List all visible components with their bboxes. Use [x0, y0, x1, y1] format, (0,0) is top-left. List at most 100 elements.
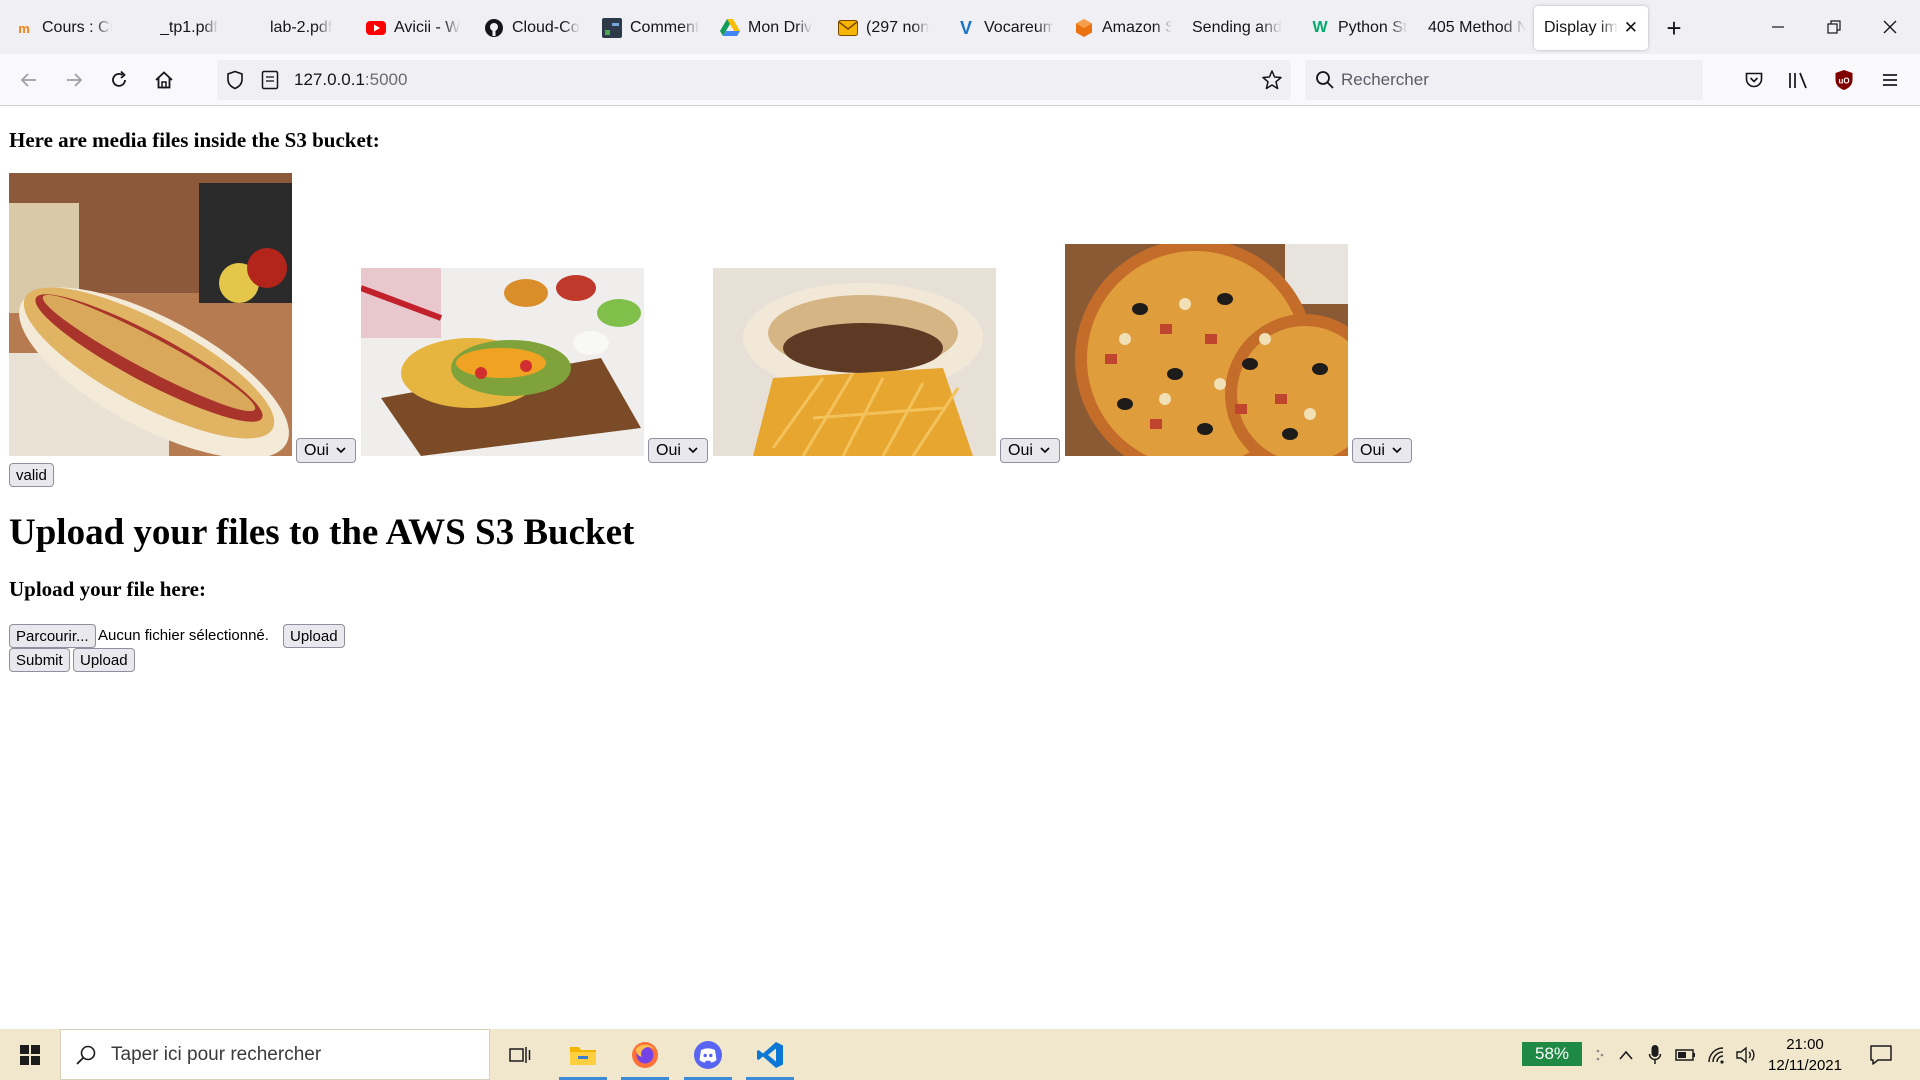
- browse-file-button[interactable]: Parcourir...: [9, 624, 96, 648]
- media-4-select[interactable]: Oui: [1352, 438, 1412, 463]
- chevron-down-icon: [1392, 447, 1402, 454]
- url-text[interactable]: 127.0.0.1:5000: [294, 70, 407, 90]
- discord-icon: [694, 1040, 722, 1069]
- tab-strip: m Cours : Cl _tp1.pdf lab-2.pdf Avicii -…: [0, 0, 1920, 54]
- pizza-image: [1065, 239, 1385, 479]
- battery-button[interactable]: [1673, 1043, 1697, 1067]
- notifications-button[interactable]: [1866, 1043, 1896, 1067]
- media-1-select[interactable]: Oui: [296, 438, 356, 463]
- page-content: Here are media files inside the S3 bucke…: [0, 107, 1920, 1029]
- pdf-icon: [132, 18, 152, 38]
- mail-icon: [838, 18, 858, 38]
- minimize-icon: [1772, 26, 1784, 28]
- battery-percentage[interactable]: 58%: [1522, 1042, 1582, 1066]
- search-bar[interactable]: [1305, 60, 1703, 100]
- show-hidden-icons-button[interactable]: [1614, 1043, 1638, 1067]
- reload-button[interactable]: [101, 62, 137, 98]
- page-info-icon[interactable]: [261, 70, 279, 95]
- restore-window-button[interactable]: [1806, 0, 1862, 54]
- discord-button[interactable]: [680, 1029, 736, 1080]
- file-explorer-button[interactable]: [555, 1029, 611, 1080]
- tab-mail[interactable]: (297 non: [828, 6, 946, 50]
- home-icon: [155, 71, 173, 89]
- chevron-down-icon: [688, 447, 698, 454]
- home-button[interactable]: [146, 62, 182, 98]
- media-3-select[interactable]: Oui: [1000, 438, 1060, 463]
- media-2-select[interactable]: Oui: [648, 438, 708, 463]
- vscode-button[interactable]: [742, 1029, 798, 1080]
- tray-small-icon[interactable]: [1588, 1043, 1612, 1067]
- close-icon: [1883, 20, 1897, 34]
- volume-button[interactable]: [1734, 1043, 1758, 1067]
- select-value: Oui: [1008, 441, 1033, 459]
- tab-label: Mon Driv: [748, 19, 813, 36]
- taskbar-clock[interactable]: 21:00 12/11/2021: [1760, 1034, 1850, 1076]
- tab-label: Python St: [1338, 19, 1408, 36]
- select-value: Oui: [656, 441, 681, 459]
- pocket-icon: [1745, 72, 1763, 88]
- task-view-icon: [509, 1046, 531, 1063]
- chevron-up-icon: [1619, 1050, 1633, 1060]
- taskbar-search[interactable]: [60, 1029, 490, 1080]
- start-button[interactable]: [0, 1029, 60, 1080]
- tab-label: Cours : Cl: [42, 19, 112, 36]
- tab-display-images[interactable]: Display im ✕: [1534, 6, 1648, 50]
- bookmark-star-icon[interactable]: [1261, 69, 1283, 96]
- pocket-button[interactable]: [1736, 62, 1772, 98]
- url-port: :5000: [364, 70, 408, 89]
- vocareum-icon: V: [959, 17, 972, 38]
- library-icon: [1789, 72, 1807, 89]
- tab-tp1-pdf[interactable]: _tp1.pdf: [122, 6, 232, 50]
- tab-amazon-s3[interactable]: Amazon S: [1064, 6, 1182, 50]
- clock-date: 12/11/2021: [1768, 1057, 1842, 1074]
- tab-405-method[interactable]: 405 Method N: [1418, 6, 1536, 50]
- task-view-button[interactable]: [492, 1029, 548, 1080]
- select-value: Oui: [1360, 441, 1385, 459]
- forward-button[interactable]: [56, 62, 92, 98]
- submit-button[interactable]: Submit: [9, 648, 70, 672]
- tab-comment[interactable]: Comment: [592, 6, 710, 50]
- tab-python-st[interactable]: W Python St: [1300, 6, 1418, 50]
- pizza-image-frame: [1065, 239, 1385, 479]
- youtube-icon: [366, 18, 386, 38]
- tab-sending-and[interactable]: Sending and: [1182, 6, 1300, 50]
- hot-dog-image: [9, 173, 292, 456]
- no-file-selected-text: Aucun fichier sélectionné.: [98, 627, 269, 644]
- tab-mon-drive[interactable]: Mon Driv: [710, 6, 828, 50]
- tab-cloud-co[interactable]: Cloud-Co: [474, 6, 592, 50]
- library-button[interactable]: [1780, 62, 1816, 98]
- tab-avicii[interactable]: Avicii - W: [356, 6, 474, 50]
- tab-cours[interactable]: m Cours : Cl: [4, 6, 122, 50]
- firefox-button[interactable]: [617, 1029, 673, 1080]
- tacos-image: [361, 268, 644, 456]
- battery-icon: [1675, 1049, 1695, 1061]
- tab-label: _tp1.pdf: [160, 19, 218, 36]
- wifi-icon: [1708, 1047, 1724, 1064]
- address-bar[interactable]: 127.0.0.1:5000: [217, 60, 1291, 100]
- upload-button-primary[interactable]: Upload: [283, 624, 345, 648]
- back-button[interactable]: [11, 62, 47, 98]
- github-icon: [484, 18, 504, 38]
- file-explorer-icon: [570, 1046, 596, 1065]
- ublock-origin-icon: uO: [1835, 70, 1853, 90]
- microphone-button[interactable]: [1643, 1043, 1667, 1067]
- tab-label: Comment: [630, 19, 700, 36]
- ublock-origin-button[interactable]: uO: [1826, 62, 1862, 98]
- shield-icon[interactable]: [225, 70, 245, 95]
- kebab-fries-image: [713, 268, 996, 456]
- tab-lab2-pdf[interactable]: lab-2.pdf: [232, 6, 352, 50]
- restore-icon: [1827, 20, 1841, 34]
- reload-icon: [112, 70, 126, 87]
- taskbar-search-input[interactable]: [111, 1030, 481, 1079]
- close-window-button[interactable]: [1862, 0, 1918, 54]
- upload-button-secondary[interactable]: Upload: [73, 648, 135, 672]
- tab-label: Amazon S: [1102, 19, 1172, 36]
- minimize-window-button[interactable]: [1750, 0, 1806, 54]
- menu-button[interactable]: [1872, 62, 1908, 98]
- close-tab-icon[interactable]: ✕: [1620, 18, 1638, 38]
- tab-vocareum[interactable]: V Vocareum: [946, 6, 1064, 50]
- new-tab-button[interactable]: +: [1660, 10, 1688, 46]
- valid-button[interactable]: valid: [9, 463, 54, 487]
- wifi-button[interactable]: [1705, 1043, 1729, 1067]
- search-input[interactable]: [1341, 60, 1681, 100]
